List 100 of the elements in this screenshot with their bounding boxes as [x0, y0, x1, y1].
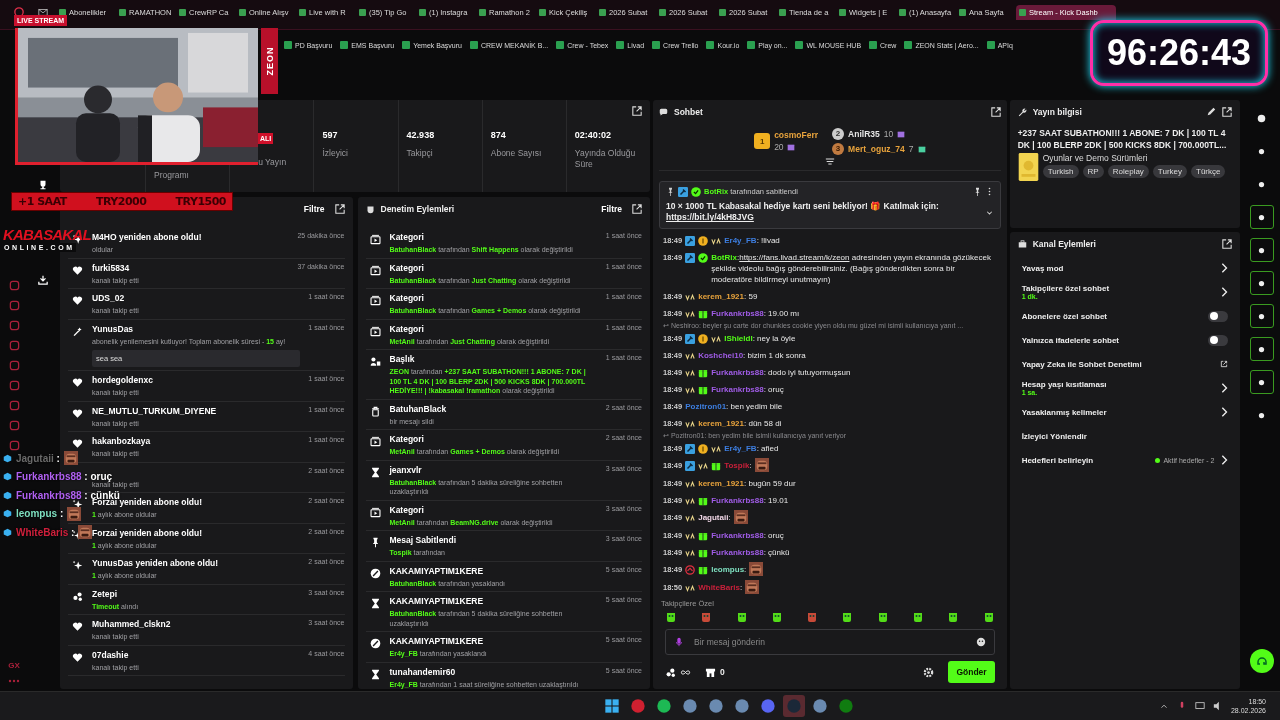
chat-message: Jagutaii: — [698, 512, 731, 524]
og-badge-icon — [685, 384, 696, 395]
event-title: BatuhanBlack — [389, 403, 448, 415]
toggle-switch[interactable] — [1208, 310, 1229, 322]
event-title: hakanbozkaya — [92, 436, 152, 447]
tag-chip[interactable]: Roleplay — [1107, 164, 1149, 178]
hourglass-icon — [369, 466, 381, 478]
chevron-right-icon[interactable] — [1220, 407, 1229, 417]
sidebar-app-icon[interactable] — [8, 340, 20, 351]
sidebar-app-icon[interactable] — [8, 400, 20, 411]
shop-icon[interactable] — [705, 666, 716, 678]
hourglass-icon — [369, 668, 381, 680]
tag-chip[interactable]: Türkçe — [1191, 164, 1226, 178]
gift-icon — [786, 143, 795, 151]
chat-message: WhiteBaris: — [698, 582, 743, 594]
download-icon[interactable] — [37, 275, 48, 285]
collapse-icon[interactable] — [824, 158, 835, 165]
setting-label: Hesap yaşı kısıtlaması — [1021, 380, 1108, 389]
pop-out-icon[interactable] — [1222, 107, 1233, 117]
chat-message: Furkankrbs88: dodo iyi tutuyormuşsun — [711, 367, 851, 379]
chat-message: Furkankrbs88: çünkü — [711, 547, 790, 559]
mail-icon[interactable] — [38, 7, 48, 17]
toggle-switch[interactable] — [1208, 334, 1229, 346]
event-title: KAKAMIYAPTIM1KERE — [389, 636, 485, 647]
emote-icon[interactable] — [735, 611, 748, 623]
sword-badge-icon — [685, 443, 696, 454]
setting-label: Yapay Zeka ile Sohbet Denetimi — [1021, 359, 1143, 369]
chat-message: IShieldI: ney la öyle — [724, 333, 796, 345]
sidebar-app-icon[interactable] — [8, 320, 20, 331]
verified-badge-icon — [691, 186, 701, 197]
filter-button[interactable]: Filtre — [597, 202, 626, 216]
emote-icon[interactable] — [876, 611, 889, 623]
pop-out-icon[interactable] — [632, 106, 642, 116]
chat-message: Furkankrbs88: oruç — [711, 384, 784, 396]
sidebar-app-icon[interactable] — [8, 360, 20, 371]
chat-message: Furkankrbs88: 19.01 — [711, 495, 789, 507]
chevron-right-icon[interactable] — [1220, 287, 1229, 297]
pop-out-icon[interactable] — [632, 204, 642, 214]
overlay-chat-message: Furkankrbs88 : oruç — [16, 471, 113, 482]
sidebar-app-icon[interactable] — [8, 440, 20, 451]
gift-badge-icon — [698, 547, 709, 558]
settings-icon[interactable] — [923, 666, 935, 678]
chevron-right-icon[interactable] — [1220, 455, 1229, 465]
og-badge-icon — [685, 308, 696, 319]
network-icon[interactable] — [1194, 701, 1205, 711]
tag-chip[interactable]: Turkish — [1042, 164, 1079, 178]
og-badge-icon — [685, 582, 696, 593]
browser-logo-icon[interactable] — [14, 7, 24, 17]
filter-button[interactable]: Filtre — [299, 202, 329, 216]
gifter-name[interactable]: cosmoFerr — [774, 130, 819, 140]
pinned-link[interactable]: https://bit.ly/4kH8JVG — [666, 212, 754, 223]
og-badge-icon — [685, 512, 696, 523]
og-badge-icon — [698, 460, 709, 471]
event-title: Kategori — [389, 434, 425, 445]
mic-icon[interactable] — [674, 637, 684, 647]
emote-icon[interactable] — [665, 611, 677, 623]
emote-icon[interactable] — [911, 611, 924, 623]
panel-title: Denetim Eylemleri — [380, 204, 455, 214]
sidebar-app-icon[interactable] — [8, 300, 20, 311]
support-button[interactable] — [1249, 649, 1274, 673]
browser-brand: GX — [8, 661, 20, 670]
emote-icon[interactable] — [982, 611, 995, 623]
trash-icon — [369, 405, 381, 417]
send-button[interactable]: Gönder — [948, 661, 995, 683]
pop-out-icon[interactable] — [990, 107, 1001, 117]
event-title: UDS_02 — [92, 293, 126, 304]
sidebar-app-icon[interactable] — [8, 280, 20, 291]
rank-medal: 3 — [832, 142, 845, 155]
gifter-name[interactable]: Mert_oguz_74 — [848, 143, 905, 154]
chat-message: Furkankrbs88: oruç — [711, 530, 784, 542]
event-title: furki5834 — [92, 262, 131, 274]
sword-badge-icon — [685, 460, 696, 471]
sword-badge-icon — [685, 252, 696, 263]
gift-badge-icon — [711, 460, 722, 471]
emoji-icon[interactable] — [975, 637, 986, 647]
emote-icon[interactable] — [770, 611, 783, 623]
category-cover-icon — [1017, 152, 1039, 181]
chevron-right-icon[interactable] — [1220, 383, 1229, 393]
tag-chip[interactable]: Turkey — [1152, 164, 1187, 178]
og-badge-icon — [685, 478, 696, 489]
gifter-name[interactable]: AnilR35 — [848, 128, 880, 139]
user-card-icon — [369, 356, 381, 367]
sidebar-app-icon[interactable] — [8, 380, 20, 391]
setting-label: Yasaklanmış kelimeler — [1021, 407, 1108, 417]
wand-icon — [72, 325, 83, 337]
gift-badge-icon — [698, 530, 709, 541]
sidebar-app-icon[interactable] — [8, 420, 20, 431]
emote-icon[interactable] — [841, 611, 854, 623]
external-link-icon[interactable] — [1220, 359, 1229, 369]
pop-out-icon[interactable] — [1222, 239, 1233, 249]
emote-icon[interactable] — [947, 611, 960, 623]
tag-chip[interactable]: RP — [1082, 164, 1104, 178]
category-name[interactable]: Oyunlar ve Demo Sürümleri — [1042, 152, 1233, 163]
event-title: KAKAMIYAPTIM1KERE — [389, 596, 485, 607]
chat-message: Pozitron01: ben yedim bile — [685, 401, 783, 413]
gift-count: 10 — [883, 128, 894, 139]
message-input[interactable]: Bir mesaj gönderin — [665, 629, 995, 655]
pop-out-icon[interactable] — [334, 204, 345, 214]
chevron-right-icon[interactable] — [1220, 263, 1229, 273]
chat-message: leompus: — [711, 564, 747, 576]
